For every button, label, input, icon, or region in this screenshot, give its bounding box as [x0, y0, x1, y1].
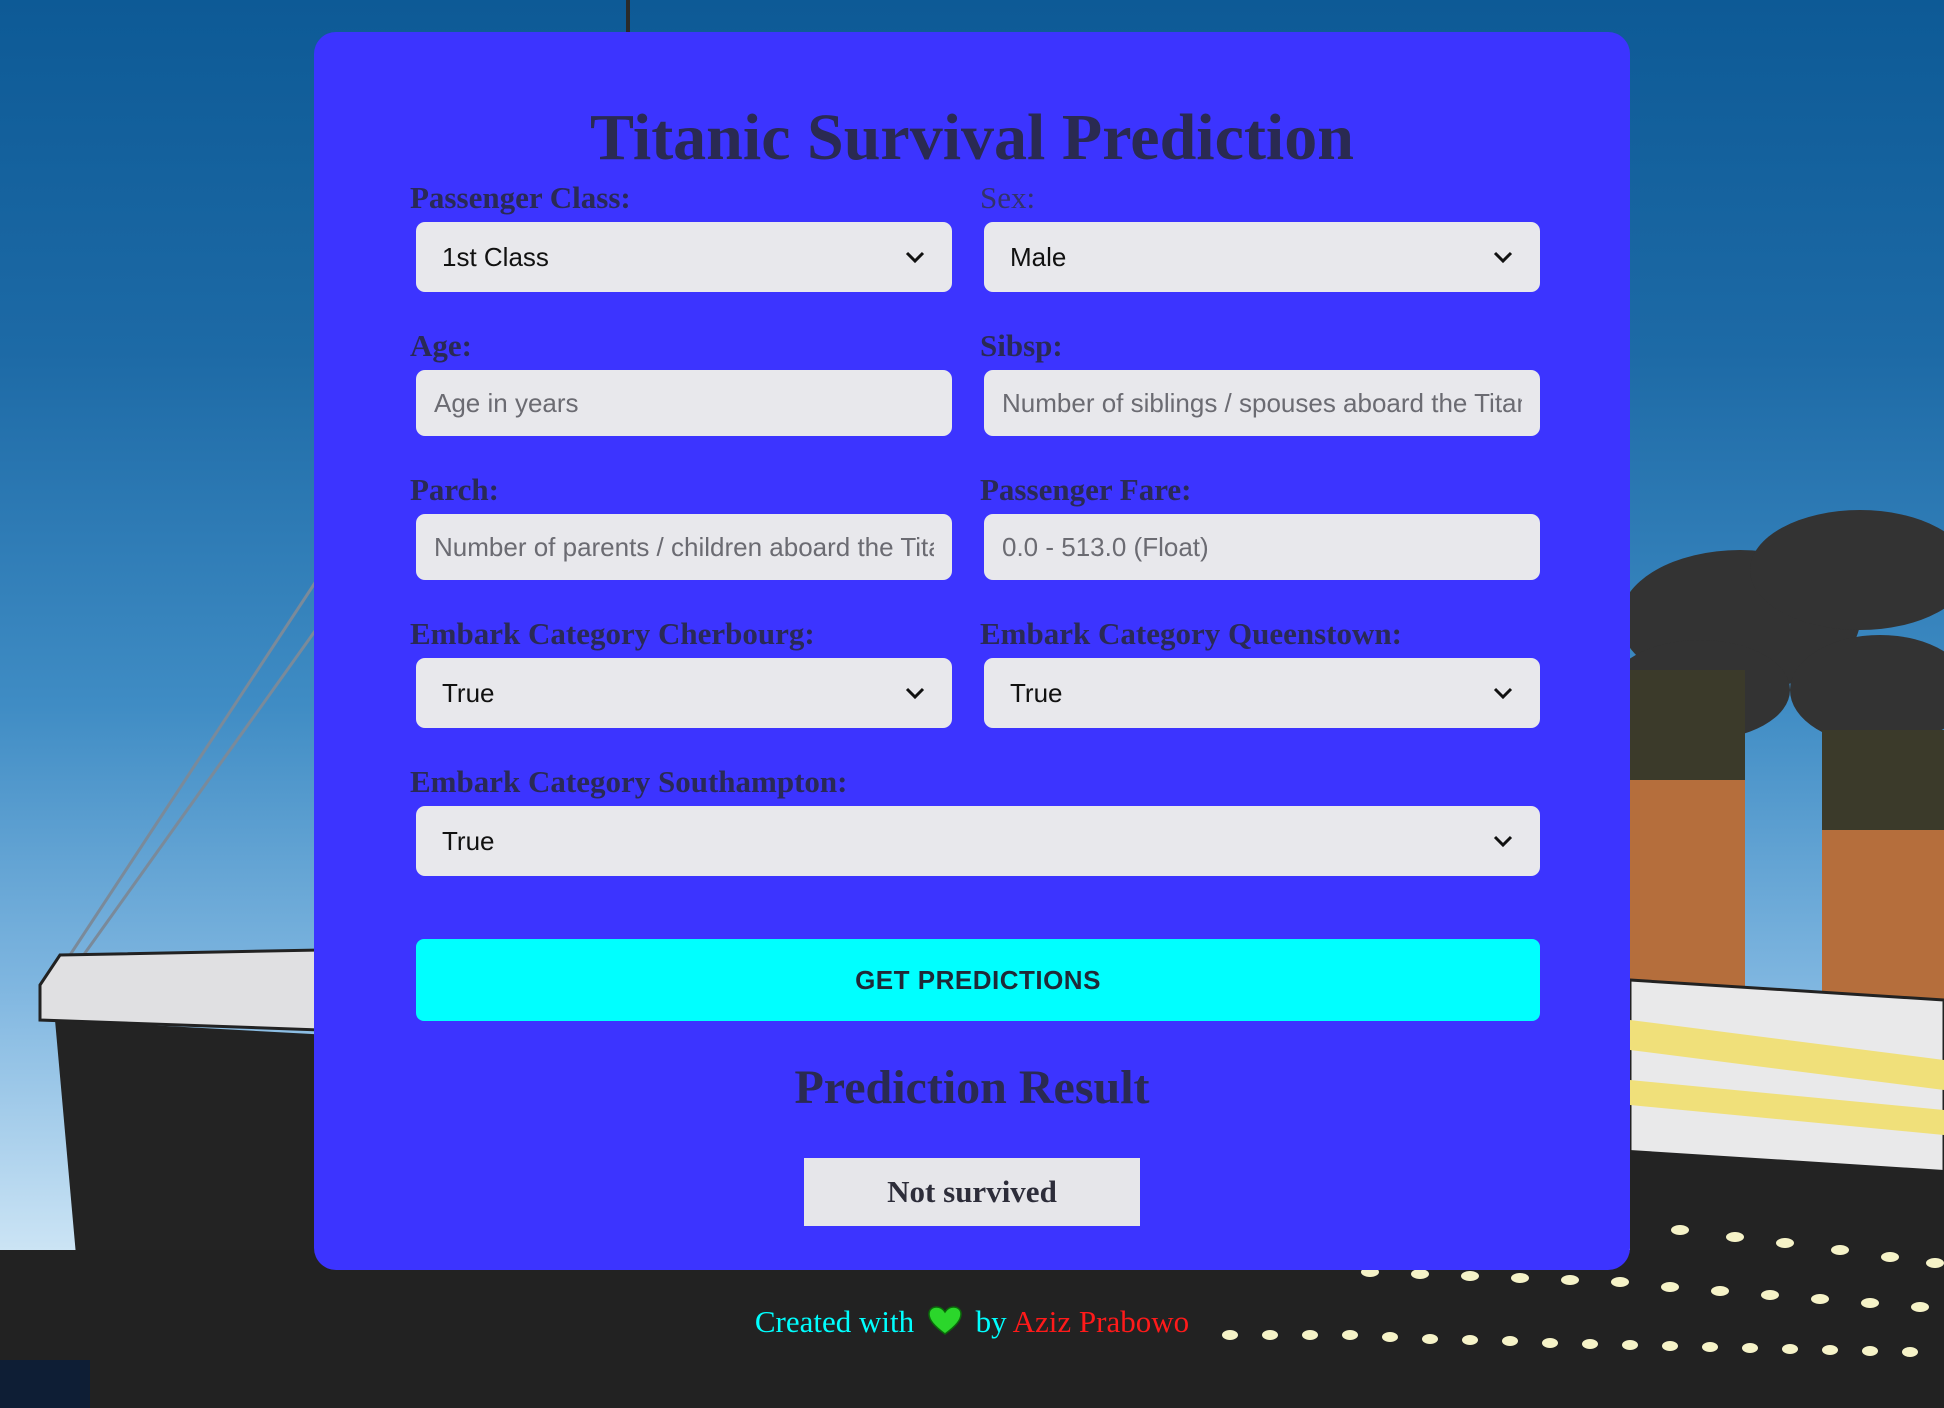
parch-input[interactable]: Number of parents / children aboard the … — [416, 514, 952, 580]
prediction-result-value: Not survived — [804, 1158, 1140, 1226]
footer-created-with: Created with — [754, 1304, 915, 1339]
sex-value: Male — [1010, 241, 1067, 272]
parch-label: Parch: — [410, 472, 499, 507]
embark-queenstown-value: True — [1010, 677, 1063, 708]
passenger-class-select[interactable]: 1st Class — [416, 222, 952, 292]
prediction-result-title: Prediction Result — [794, 1061, 1150, 1114]
embark-queenstown-select[interactable]: True — [984, 658, 1540, 728]
passenger-fare-placeholder: 0.0 - 513.0 (Float) — [1002, 531, 1209, 562]
chevron-down-icon — [905, 251, 925, 264]
passenger-class-value: 1st Class — [442, 241, 549, 272]
embark-southampton-select[interactable]: True — [416, 806, 1540, 876]
author-link[interactable]: Aziz Prabowo — [1013, 1304, 1189, 1339]
embark-cherbourg-select[interactable]: True — [416, 658, 952, 728]
age-label: Age: — [410, 328, 472, 363]
chevron-down-icon — [1493, 835, 1513, 848]
sex-label: Sex: — [980, 180, 1036, 215]
embark-queenstown-label: Embark Category Queenstown: — [980, 616, 1402, 651]
chevron-down-icon — [1493, 687, 1513, 700]
parch-placeholder: Number of parents / children aboard the … — [434, 531, 934, 562]
sex-select[interactable]: Male — [984, 222, 1540, 292]
passenger-fare-input[interactable]: 0.0 - 513.0 (Float) — [984, 514, 1540, 580]
chevron-down-icon — [905, 687, 925, 700]
embark-cherbourg-label: Embark Category Cherbourg: — [410, 616, 815, 651]
sibsp-input[interactable]: Number of siblings / spouses aboard the … — [984, 370, 1540, 436]
sibsp-placeholder: Number of siblings / spouses aboard the … — [1002, 387, 1522, 418]
sibsp-label: Sibsp: — [980, 328, 1063, 363]
prediction-form-card: Titanic Survival Prediction Passenger Cl… — [314, 32, 1630, 1270]
chevron-down-icon — [1493, 251, 1513, 264]
green-heart-icon — [928, 1306, 962, 1335]
age-input[interactable]: Age in years — [416, 370, 952, 436]
footer-by: by — [975, 1304, 1007, 1339]
passenger-fare-label: Passenger Fare: — [980, 472, 1192, 507]
age-placeholder: Age in years — [434, 387, 579, 418]
passenger-class-label: Passenger Class: — [410, 180, 631, 215]
embark-southampton-label: Embark Category Southampton: — [410, 764, 848, 799]
embark-cherbourg-value: True — [442, 677, 495, 708]
footer: Created with by Aziz Prabowo — [0, 1304, 1944, 1340]
get-predictions-button[interactable]: GET PREDICTIONS — [416, 939, 1540, 1021]
page-title: Titanic Survival Prediction — [590, 101, 1354, 174]
embark-southampton-value: True — [442, 825, 495, 856]
